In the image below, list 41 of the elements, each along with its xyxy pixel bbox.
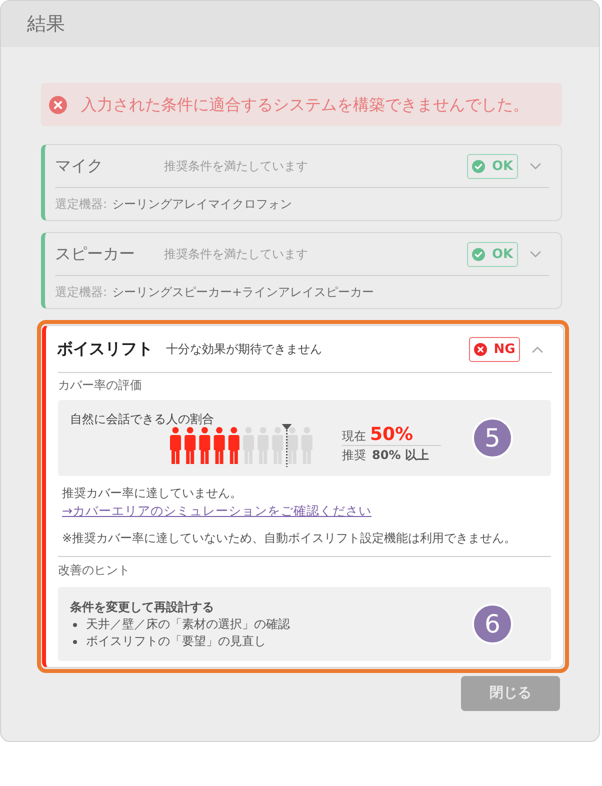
device-name: シーリングアレイマイクロフォン xyxy=(112,196,292,213)
bullet-icon xyxy=(73,622,77,626)
section-heading: カバー率の評価 xyxy=(58,377,142,394)
current-value: 50% xyxy=(370,425,414,445)
recommended-value: 80% 以上 xyxy=(372,447,429,464)
coverage-message: 推奨カバー率に達していません。 xyxy=(62,485,242,502)
status-label: NG xyxy=(494,342,516,356)
dialog-title: 結果 xyxy=(27,12,65,37)
recommended-label: 推奨 xyxy=(342,447,366,464)
device-label: 選定機器: xyxy=(55,284,108,301)
status-label: OK xyxy=(492,248,514,260)
device-label: 選定機器: xyxy=(55,196,108,213)
device-name: シーリングスピーカー+ラインアレイスピーカー xyxy=(112,284,374,301)
hint-title: 条件を変更して再設計する xyxy=(70,599,214,616)
section-heading: 改善のヒント xyxy=(58,562,130,579)
current-label: 現在 xyxy=(342,428,366,445)
person-icon xyxy=(286,427,298,464)
bullet-icon xyxy=(73,640,77,644)
result-title: スピーカー xyxy=(55,243,136,265)
callout-badge: 5 xyxy=(472,418,513,458)
hint-item: ボイスリフトの「要望」の見直し xyxy=(86,633,266,650)
error-icon xyxy=(49,96,67,114)
chevron-down-icon[interactable] xyxy=(530,250,541,258)
error-message: 入力された条件に適合するシステムを構築できませんでした。 xyxy=(81,94,529,116)
result-title: マイク xyxy=(55,155,104,177)
result-summary: 推奨条件を満たしています xyxy=(164,158,308,175)
check-circle-icon xyxy=(472,160,485,172)
result-summary: 十分な効果が期待できません xyxy=(166,341,322,358)
x-circle-icon xyxy=(474,342,487,356)
coverage-title: 自然に会話できる人の割合 xyxy=(70,411,214,428)
result-summary: 推奨条件を満たしています xyxy=(164,246,308,263)
result-title: ボイスリフト xyxy=(57,338,153,360)
callout-badge: 6 xyxy=(472,604,513,644)
check-circle-icon xyxy=(472,248,485,260)
note-text: ※推奨カバー率に達していないため、自動ボイスリフト設定機能は利用できません。 xyxy=(62,530,516,547)
chevron-down-icon[interactable] xyxy=(530,162,541,170)
person-icon xyxy=(272,427,284,464)
simulation-link[interactable]: →カバーエリアのシミュレーションをご確認ください xyxy=(62,502,372,519)
chevron-up-icon[interactable] xyxy=(532,346,543,352)
status-label: OK xyxy=(492,160,514,172)
hint-item: 天井／壁／床の「素材の選択」の確認 xyxy=(86,616,290,633)
